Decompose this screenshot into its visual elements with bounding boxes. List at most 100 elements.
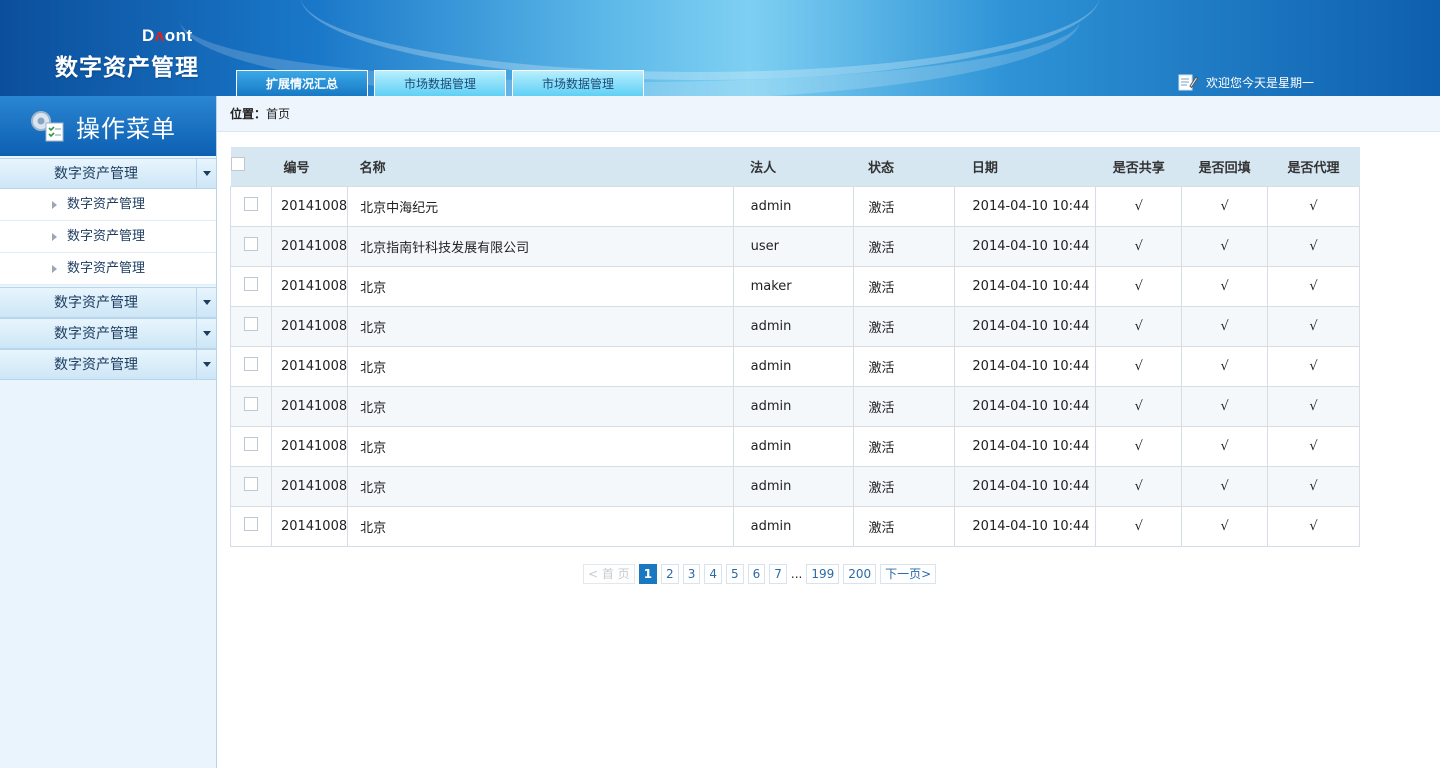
caret-right-icon bbox=[52, 233, 57, 241]
cell-status[interactable]: 激活 bbox=[852, 225, 956, 267]
cell-no: 20141008 bbox=[270, 425, 349, 467]
cell-status[interactable]: 激活 bbox=[852, 505, 956, 547]
menu-group-2[interactable]: 数字资产管理 bbox=[0, 287, 216, 318]
cell-status[interactable]: 激活 bbox=[852, 265, 956, 307]
col-header-share[interactable]: 是否共享 bbox=[1095, 147, 1182, 186]
cell-checkbox bbox=[230, 265, 272, 307]
pager-page-1[interactable]: 1 bbox=[638, 564, 658, 584]
cell-share: √ bbox=[1095, 265, 1183, 307]
cell-proxy: √ bbox=[1267, 345, 1360, 387]
cell-date: 2014-04-10 10:44 bbox=[954, 425, 1097, 467]
cell-no: 20141008 bbox=[270, 465, 349, 507]
pager-page-6[interactable]: 6 bbox=[747, 564, 766, 584]
menu-group-4[interactable]: 数字资产管理 bbox=[0, 349, 216, 380]
table-row[interactable]: 20141008 北京 admin 激活 2014-04-10 10:44 √ √ √ bbox=[230, 465, 1360, 507]
menu-subitem-2[interactable]: 数字资产管理 bbox=[0, 221, 216, 253]
pager-page-3[interactable]: 3 bbox=[682, 564, 701, 584]
pager-page-199[interactable]: 199 bbox=[806, 564, 840, 584]
tab-market-data-1[interactable]: 市场数据管理 bbox=[374, 70, 506, 96]
cell-backfill: √ bbox=[1181, 505, 1269, 547]
chevron-down-icon[interactable] bbox=[196, 159, 216, 188]
select-all-checkbox[interactable] bbox=[230, 157, 245, 172]
pager-page-7[interactable]: 7 bbox=[769, 564, 787, 584]
col-header-legal[interactable]: 法人 bbox=[733, 147, 854, 186]
cell-checkbox bbox=[230, 305, 272, 347]
caret-right-icon bbox=[52, 201, 57, 209]
cell-legal: admin bbox=[732, 385, 854, 427]
cell-legal: admin bbox=[732, 425, 854, 467]
row-checkbox[interactable] bbox=[243, 357, 258, 371]
cell-share: √ bbox=[1095, 305, 1183, 347]
cell-name: 北京 bbox=[347, 305, 734, 347]
main-content: 位置：首页 编号 名称 法人 状态 日期 是否共享 是否回填 是否代理 2014… bbox=[217, 96, 1440, 768]
row-checkbox[interactable] bbox=[243, 517, 258, 531]
chevron-down-icon[interactable] bbox=[196, 350, 216, 379]
menu-subitem-1[interactable]: 数字资产管理 bbox=[0, 189, 216, 221]
row-checkbox[interactable] bbox=[243, 397, 258, 411]
cell-name: 北京 bbox=[347, 265, 734, 307]
chevron-down-icon[interactable] bbox=[196, 288, 216, 317]
col-header-date[interactable]: 日期 bbox=[954, 147, 1096, 186]
pager-page-200[interactable]: 200 bbox=[843, 564, 877, 584]
pager-page-4[interactable]: 4 bbox=[704, 564, 722, 584]
row-checkbox[interactable] bbox=[243, 437, 258, 451]
cell-backfill: √ bbox=[1181, 425, 1269, 467]
breadcrumb-label: 位置： bbox=[230, 107, 267, 121]
tab-expansion-summary[interactable]: 扩展情况汇总 bbox=[236, 70, 368, 96]
menu-group-label: 数字资产管理 bbox=[54, 295, 138, 311]
cell-status[interactable]: 激活 bbox=[852, 185, 956, 227]
cell-name: 北京 bbox=[347, 425, 734, 467]
brand-logo-accent: ʌ bbox=[154, 26, 165, 45]
cell-legal: admin bbox=[732, 185, 854, 227]
cell-name: 北京指南针科技发展有限公司 bbox=[347, 225, 734, 267]
cell-date: 2014-04-10 10:44 bbox=[954, 225, 1097, 267]
cell-status[interactable]: 激活 bbox=[852, 305, 956, 347]
pager-next[interactable]: 下一页> bbox=[880, 564, 937, 584]
table-row[interactable]: 20141008 北京 admin 激活 2014-04-10 10:44 √ √ √ bbox=[230, 385, 1360, 427]
menu-subitem-3[interactable]: 数字资产管理 bbox=[0, 253, 216, 285]
tab-market-data-2[interactable]: 市场数据管理 bbox=[512, 70, 644, 96]
menu-group-label: 数字资产管理 bbox=[54, 357, 138, 373]
col-header-no[interactable]: 编号 bbox=[271, 147, 348, 186]
table-row[interactable]: 20141008 北京 admin 激活 2014-04-10 10:44 √ √ √ bbox=[230, 305, 1360, 347]
col-header-backfill[interactable]: 是否回填 bbox=[1181, 147, 1268, 186]
app-title: 数字资产管理 bbox=[55, 55, 199, 81]
cell-share: √ bbox=[1095, 465, 1183, 507]
cell-status[interactable]: 激活 bbox=[852, 425, 956, 467]
table-row[interactable]: 20141008 北京 maker 激活 2014-04-10 10:44 √ √ √ bbox=[230, 265, 1360, 307]
col-header-name[interactable]: 名称 bbox=[347, 147, 734, 186]
cell-proxy: √ bbox=[1267, 265, 1360, 307]
chevron-down-icon[interactable] bbox=[196, 319, 216, 348]
menu-group-label: 数字资产管理 bbox=[54, 326, 138, 342]
cell-proxy: √ bbox=[1267, 225, 1360, 267]
cell-status[interactable]: 激活 bbox=[852, 465, 956, 507]
table-row[interactable]: 20141008 北京 admin 激活 2014-04-10 10:44 √ √ √ bbox=[230, 345, 1360, 387]
cell-status[interactable]: 激活 bbox=[852, 345, 956, 387]
brand-logo-prefix: D bbox=[142, 26, 155, 45]
menu-group-3[interactable]: 数字资产管理 bbox=[0, 318, 216, 349]
cell-no: 20141008 bbox=[270, 305, 349, 347]
table-row[interactable]: 20141008 北京中海纪元 admin 激活 2014-04-10 10:44 √ √ √ bbox=[230, 185, 1360, 227]
row-checkbox[interactable] bbox=[243, 277, 258, 291]
menu-group-1[interactable]: 数字资产管理 bbox=[0, 158, 216, 189]
row-checkbox[interactable] bbox=[243, 317, 258, 331]
cell-share: √ bbox=[1095, 185, 1183, 227]
breadcrumb-current[interactable]: 首页 bbox=[266, 107, 290, 121]
pager-page-2[interactable]: 2 bbox=[661, 564, 679, 584]
row-checkbox[interactable] bbox=[243, 197, 258, 211]
pager-first[interactable]: < 首 页 bbox=[583, 564, 635, 584]
col-header-status[interactable]: 状态 bbox=[853, 147, 955, 186]
cell-backfill: √ bbox=[1181, 345, 1269, 387]
col-header-proxy[interactable]: 是否代理 bbox=[1267, 147, 1360, 186]
table-row[interactable]: 20141008 北京 admin 激活 2014-04-10 10:44 √ √ √ bbox=[230, 425, 1360, 467]
row-checkbox[interactable] bbox=[243, 477, 258, 491]
cell-date: 2014-04-10 10:44 bbox=[954, 505, 1097, 547]
cell-share: √ bbox=[1095, 345, 1183, 387]
table-row[interactable]: 20141008 北京 admin 激活 2014-04-10 10:44 √ √ √ bbox=[230, 505, 1360, 547]
menu-title: 操作菜单 bbox=[76, 114, 176, 143]
pager-page-5[interactable]: 5 bbox=[725, 564, 744, 584]
cell-status[interactable]: 激活 bbox=[852, 385, 956, 427]
cell-backfill: √ bbox=[1181, 385, 1269, 427]
table-row[interactable]: 20141008 北京指南针科技发展有限公司 user 激活 2014-04-10 10… bbox=[230, 225, 1360, 267]
row-checkbox[interactable] bbox=[243, 237, 258, 251]
